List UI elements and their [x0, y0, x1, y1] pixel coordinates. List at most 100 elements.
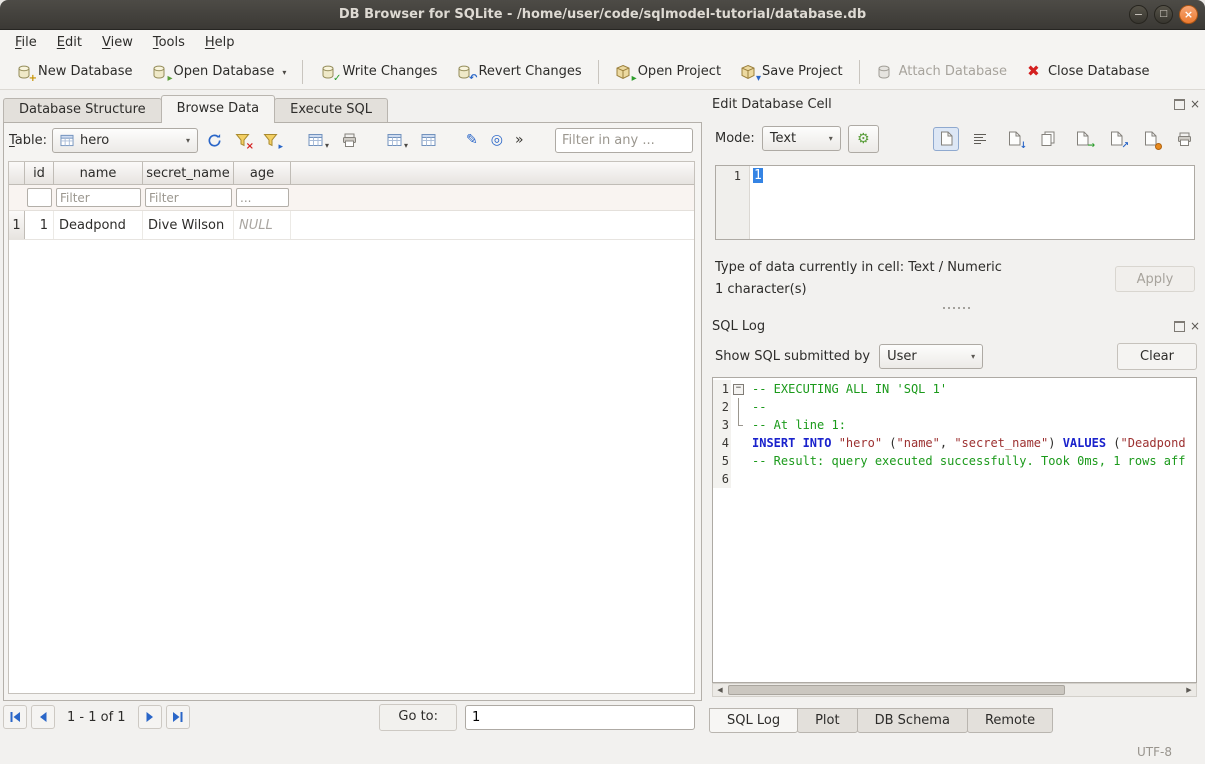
clear-log-button[interactable]: Clear [1117, 343, 1197, 370]
apply-button[interactable]: Apply [1115, 266, 1195, 292]
fold-column [731, 452, 746, 470]
text-view-button[interactable] [933, 127, 959, 151]
fold-collapse-icon[interactable]: − [733, 384, 744, 395]
cell-id[interactable]: 1 [25, 211, 54, 239]
column-header-name[interactable]: name [54, 162, 143, 184]
column-header-age[interactable]: age [234, 162, 291, 184]
float-panel-icon[interactable] [1174, 99, 1185, 110]
filter-input-age[interactable] [236, 188, 289, 207]
export-records-dropdown-icon[interactable]: ▾ [404, 141, 408, 153]
cell-editor[interactable]: 1 1 [715, 165, 1195, 240]
tab-execute-sql[interactable]: Execute SQL [274, 98, 388, 122]
cell-type-info: Type of data currently in cell: Text / N… [715, 260, 1002, 275]
dock-tab-remote[interactable]: Remote [967, 708, 1053, 733]
save-filter-button[interactable]: ▸ [259, 127, 282, 153]
tab-browse-data[interactable]: Browse Data [161, 95, 276, 123]
column-header-id[interactable]: id [25, 162, 54, 184]
maximize-icon[interactable]: □ [1154, 5, 1173, 24]
write-changes-button[interactable]: ✓ Write Changes [310, 57, 446, 86]
grid-corner-header[interactable] [9, 162, 25, 184]
auto-format-button[interactable]: ⚙ [848, 125, 879, 153]
copy-cell-button[interactable] [1035, 127, 1061, 151]
edit-display-format-button[interactable]: ✎ [462, 127, 482, 153]
menu-tools[interactable]: Tools [143, 33, 195, 52]
open-database-icon: ▸ [151, 63, 168, 80]
goto-input[interactable] [465, 705, 695, 730]
new-record-dropdown-icon[interactable]: ▾ [325, 141, 329, 153]
line-number: 5 [713, 452, 731, 470]
goto-button[interactable]: Go to: [379, 704, 457, 731]
close-database-icon: ✖ [1025, 63, 1042, 80]
close-database-button[interactable]: ✖ Close Database [1016, 57, 1159, 86]
menu-file[interactable]: File [5, 33, 47, 52]
float-panel-icon[interactable] [1174, 321, 1185, 332]
sql-source-select[interactable]: User ▾ [879, 344, 983, 369]
dock-tab-sql-log[interactable]: SQL Log [709, 708, 798, 733]
revert-changes-button[interactable]: ↶ Revert Changes [446, 57, 590, 86]
open-project-button[interactable]: ▸ Open Project [606, 57, 730, 86]
filter-any-input[interactable] [555, 128, 693, 153]
panel-splitter[interactable] [707, 305, 1205, 311]
revert-changes-icon: ↶ [455, 63, 472, 80]
mode-select[interactable]: Text ▾ [762, 126, 841, 151]
horizontal-scrollbar[interactable]: ◀ ▶ [712, 683, 1197, 697]
export-records-button[interactable]: ▾ [383, 127, 412, 153]
refresh-button[interactable] [203, 127, 226, 153]
save-project-button[interactable]: ▾ Save Project [730, 57, 852, 86]
close-panel-icon[interactable]: × [1190, 98, 1200, 110]
scrollbar-track[interactable] [727, 684, 1182, 696]
attach-database-button[interactable]: Attach Database [867, 57, 1016, 86]
filter-input-id[interactable] [27, 188, 52, 207]
cell-secret-name[interactable]: Dive Wilson [143, 211, 234, 239]
cell-name[interactable]: Deadpond [54, 211, 143, 239]
word-wrap-button[interactable] [967, 127, 993, 151]
last-page-button[interactable] [166, 705, 190, 729]
scroll-left-icon[interactable]: ◀ [713, 684, 727, 696]
import-records-button[interactable] [417, 127, 440, 153]
sql-log-editor[interactable]: 1 − -- EXECUTING ALL IN 'SQL 1' 2 -- 3 -… [712, 377, 1197, 683]
table-select[interactable]: hero ▾ [52, 128, 198, 153]
save-project-label: Save Project [762, 64, 843, 79]
next-page-button[interactable] [138, 705, 162, 729]
menu-edit[interactable]: Edit [47, 33, 92, 52]
set-null-button[interactable] [1137, 127, 1163, 151]
menu-help[interactable]: Help [195, 33, 245, 52]
open-database-button[interactable]: ▸ Open Database ▾ [142, 57, 296, 86]
print-cell-button[interactable] [1171, 127, 1197, 151]
first-page-button[interactable] [3, 705, 27, 729]
open-database-dropdown-icon[interactable]: ▾ [282, 68, 286, 80]
dock-tab-plot[interactable]: Plot [797, 708, 858, 733]
menu-view[interactable]: View [92, 33, 143, 52]
previous-page-button[interactable] [31, 705, 55, 729]
close-window-icon[interactable]: × [1179, 5, 1198, 24]
cell-editor-content[interactable]: 1 [750, 166, 766, 239]
write-changes-icon: ✓ [319, 63, 336, 80]
import-cell-button[interactable]: ↓ [1001, 127, 1027, 151]
scrollbar-thumb[interactable] [728, 685, 1065, 695]
data-grid: id name secret_name age 1 1 Deadpond Di [8, 161, 695, 694]
sql-source-arrow-icon: ▾ [971, 352, 975, 361]
new-database-button[interactable]: + New Database [6, 57, 142, 86]
filter-input-secret-name[interactable] [145, 188, 232, 207]
jump-to-row-button[interactable]: ◎ [487, 127, 507, 153]
revert-changes-label: Revert Changes [478, 64, 581, 79]
toolbar-separator [859, 60, 860, 84]
clear-filters-button[interactable]: × [231, 127, 254, 153]
save-as-button[interactable]: ↗ [1103, 127, 1129, 151]
cell-age[interactable]: NULL [234, 211, 291, 239]
mode-label: Mode: [715, 131, 755, 146]
scroll-right-icon[interactable]: ▶ [1182, 684, 1196, 696]
dock-tab-db-schema[interactable]: DB Schema [857, 708, 968, 733]
tab-database-structure[interactable]: Database Structure [3, 98, 162, 122]
export-cell-button[interactable]: → [1069, 127, 1095, 151]
titlebar[interactable]: DB Browser for SQLite - /home/user/code/… [0, 0, 1205, 30]
minimize-icon[interactable]: − [1129, 5, 1148, 24]
row-number[interactable]: 1 [9, 211, 25, 239]
close-panel-icon[interactable]: × [1190, 320, 1200, 332]
toolbar-overflow-icon[interactable]: » [512, 132, 527, 148]
toolbar-separator [302, 60, 303, 84]
filter-input-name[interactable] [56, 188, 141, 207]
print-button[interactable] [338, 127, 361, 153]
column-header-secret-name[interactable]: secret_name [143, 162, 234, 184]
new-record-button[interactable]: ▾ [304, 127, 333, 153]
